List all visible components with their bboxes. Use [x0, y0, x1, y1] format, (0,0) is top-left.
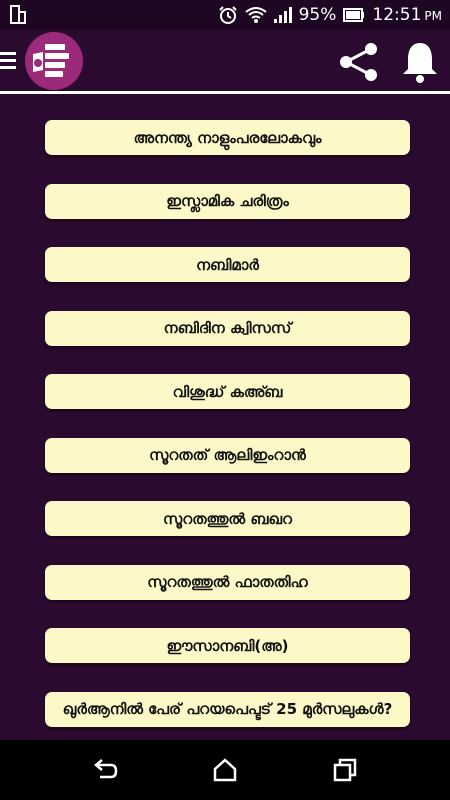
back-icon[interactable]	[92, 757, 118, 787]
topic-button[interactable]: ഈസാനബി(അ)	[45, 628, 410, 663]
topic-button[interactable]: ഇസ്ലാമിക ചരിത്രം	[45, 183, 410, 219]
battery-icon	[343, 8, 365, 22]
home-icon[interactable]	[212, 757, 238, 787]
wifi-icon	[244, 6, 267, 24]
header-divider	[0, 91, 450, 94]
menu-icon[interactable]	[0, 48, 20, 76]
share-icon[interactable]	[337, 40, 383, 88]
app-bar	[0, 30, 450, 92]
clock-ampm: PM	[424, 9, 442, 23]
battery-percent: 95%	[298, 5, 337, 25]
topic-button[interactable]: വിശുദ്ധ് കഅ്ബ	[45, 374, 410, 409]
screen-rotate-icon	[10, 5, 26, 25]
topic-button[interactable]: നബിദിന ക്വിസസ്	[45, 310, 410, 346]
topic-button[interactable]: ഖുർആനിൽ പേര് പറയപെപ്ടട് 25 മുർസലുകൾ?	[45, 691, 410, 727]
bell-icon[interactable]	[400, 40, 440, 88]
recents-icon[interactable]	[332, 757, 358, 787]
clock-time: 12:51	[372, 5, 422, 25]
status-bar: 95% 12:51 PM	[0, 0, 450, 30]
alarm-icon	[218, 5, 238, 25]
topic-button[interactable]: സൂറതത് ആലിഇംറാൻ	[45, 437, 410, 473]
topic-button[interactable]: സൂറതത്തുൽ ബഖറ	[45, 501, 410, 536]
signal-icon	[273, 7, 292, 23]
topic-button[interactable]: സൂറതത്തുൽ ഫാതതിഹ	[45, 564, 410, 600]
topic-list: അനന്ത്യ നാളുംപരലോകവും ഇസ്ലാമിക ചരിത്രം ന…	[45, 120, 410, 755]
clock: 12:51 PM	[372, 5, 442, 25]
navigation-bar	[0, 740, 450, 800]
topic-button[interactable]: നബിമാർ	[45, 247, 410, 282]
quiz-logo	[25, 32, 83, 90]
topic-button[interactable]: അനന്ത്യ നാളുംപരലോകവും	[45, 120, 410, 155]
